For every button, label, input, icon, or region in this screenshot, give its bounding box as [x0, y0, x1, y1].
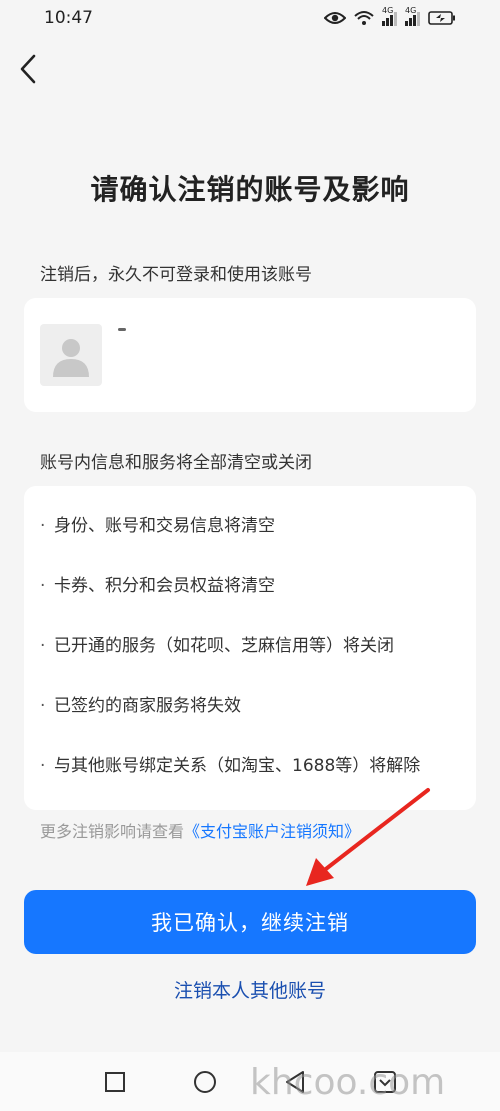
battery-icon: [428, 11, 455, 25]
nav-down-icon: [374, 1070, 396, 1093]
more-info-prefix: 更多注销影响请查看: [40, 822, 185, 841]
avatar: [40, 324, 102, 386]
signal-icon-2: 4G: [405, 6, 420, 26]
cancel-other-account-link[interactable]: 注销本人其他账号: [0, 976, 500, 1003]
list-item-text: 卡券、积分和会员权益将清空: [54, 576, 275, 596]
masked-account-name: [118, 328, 126, 331]
nav-back-button[interactable]: [275, 1062, 315, 1102]
list-item: · 与其他账号绑定关系（如淘宝、1688等）将解除: [40, 752, 476, 812]
back-icon: [20, 54, 36, 84]
list-item-text: 已开通的服务（如花呗、芝麻信用等）将关闭: [54, 636, 394, 656]
list-item: · 已签约的商家服务将失效: [40, 692, 476, 752]
bullet: ·: [40, 516, 46, 536]
bullet: ·: [40, 576, 46, 596]
list-item-text: 与其他账号绑定关系（如淘宝、1688等）将解除: [54, 756, 421, 776]
account-section-label: 注销后，永久不可登录和使用该账号: [40, 265, 312, 285]
back-button[interactable]: [12, 52, 44, 86]
status-time: 10:47: [44, 8, 93, 28]
bullet: ·: [40, 756, 46, 776]
nav-home-icon: [194, 1070, 216, 1093]
system-nav-bar: [0, 1052, 500, 1111]
list-item: · 已开通的服务（如花呗、芝麻信用等）将关闭: [40, 632, 476, 692]
list-item-text: 身份、账号和交易信息将清空: [54, 516, 275, 536]
wifi-icon: [354, 11, 374, 25]
network-type-1: 4G: [382, 6, 394, 15]
avatar-icon: [53, 339, 89, 377]
network-type-2: 4G: [405, 6, 417, 15]
nav-home-button[interactable]: [185, 1062, 225, 1102]
bullet: ·: [40, 636, 46, 656]
info-section-label: 账号内信息和服务将全部清空或关闭: [40, 453, 312, 473]
list-item: · 身份、账号和交易信息将清空: [40, 512, 476, 572]
page-title: 请确认注销的账号及影响: [90, 173, 410, 206]
bullet: ·: [40, 696, 46, 716]
list-item: · 卡券、积分和会员权益将清空: [40, 572, 476, 632]
nav-down-button[interactable]: [365, 1062, 405, 1102]
status-bar: 10:47 4G 4G: [0, 0, 500, 36]
signal-icon: 4G: [382, 6, 397, 26]
nav-recents-button[interactable]: [95, 1062, 135, 1102]
cancellation-notice-link[interactable]: 《支付宝账户注销须知》: [184, 822, 360, 841]
nav-recents-icon: [105, 1071, 125, 1092]
more-info-line: 更多注销影响请查看《支付宝账户注销须知》: [40, 818, 360, 842]
account-card: [24, 298, 476, 412]
nav-back-icon: [286, 1070, 304, 1093]
list-item-text: 已签约的商家服务将失效: [54, 696, 241, 716]
confirm-cancel-button[interactable]: 我已确认，继续注销: [24, 890, 476, 954]
eye-icon: [324, 12, 346, 24]
info-card: · 身份、账号和交易信息将清空 · 卡券、积分和会员权益将清空 · 已开通的服务…: [24, 486, 476, 810]
status-icons: 4G 4G: [324, 6, 456, 26]
